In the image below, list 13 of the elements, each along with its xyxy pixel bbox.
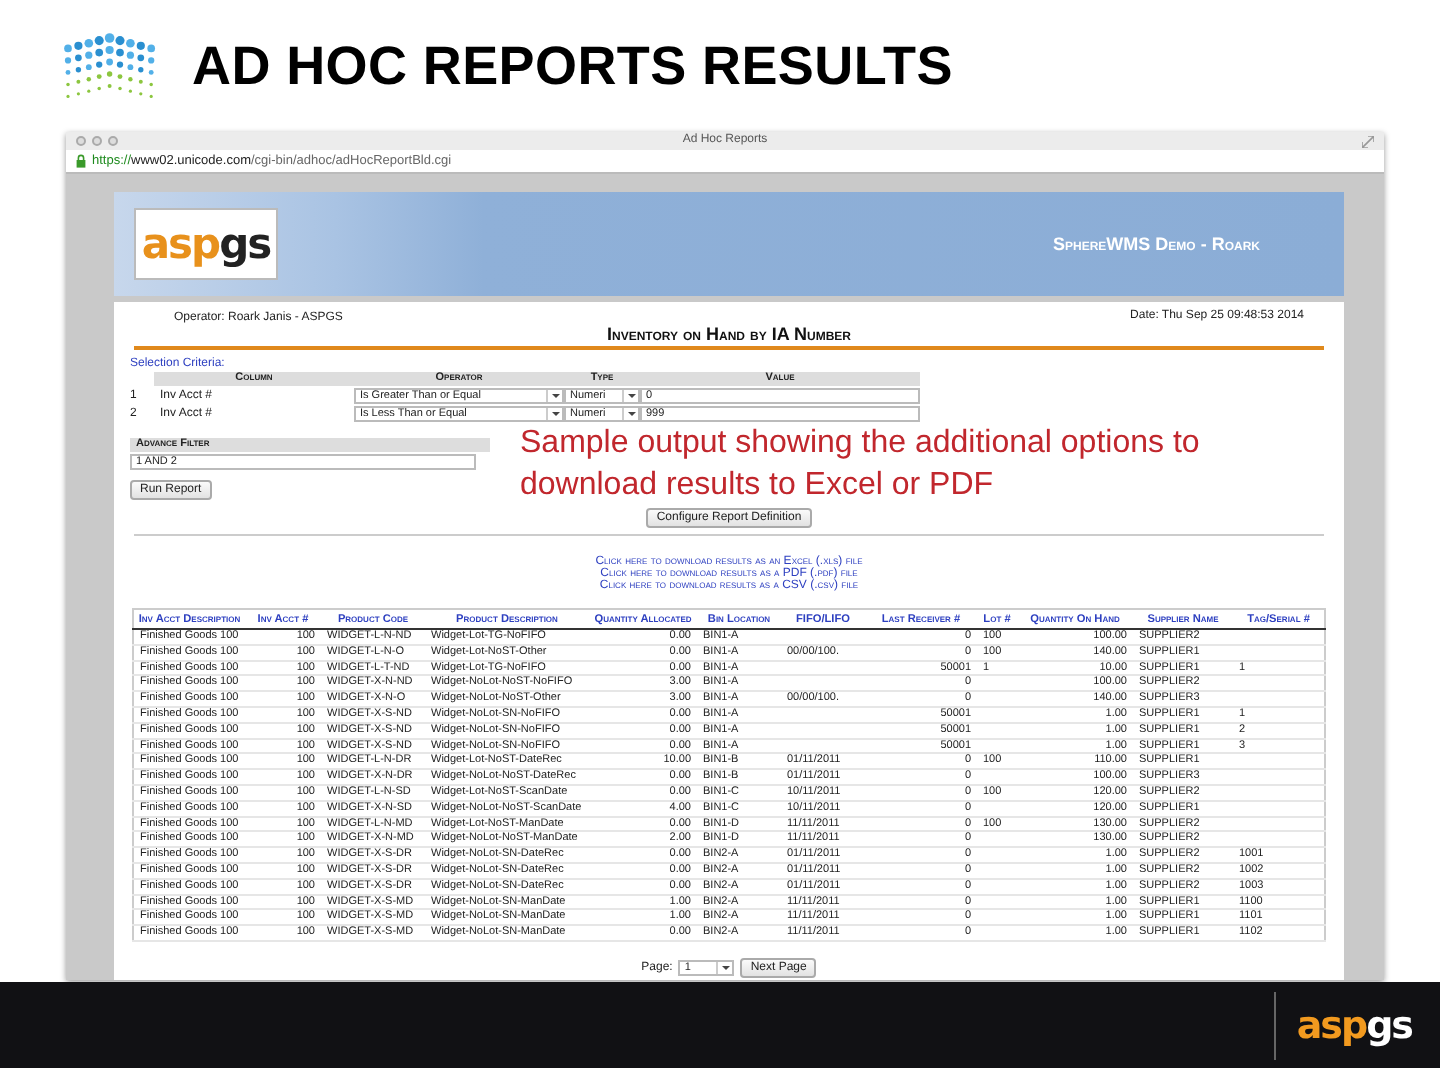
annotation-text: Sample output showing the additional options to download results to Excel or PDF [520, 424, 1202, 506]
window-minimize-icon[interactable] [92, 136, 102, 146]
slide-title: AD HOC REPORTS RESULTS [192, 35, 953, 97]
fullscreen-icon[interactable] [1362, 135, 1374, 147]
report-title: Inventory on Hand by IA Number [606, 322, 851, 346]
caret-icon [716, 961, 733, 974]
app-tagline: SphereWMS Demo - Roark [1053, 234, 1260, 254]
lock-icon [76, 154, 86, 168]
company-logo: aspgs [1296, 1003, 1412, 1047]
window-close-icon[interactable] [76, 136, 86, 146]
window-zoom-icon[interactable] [108, 136, 118, 146]
dot-pattern-logo-icon [64, 33, 156, 98]
company-logo: aspgs [141, 220, 271, 268]
